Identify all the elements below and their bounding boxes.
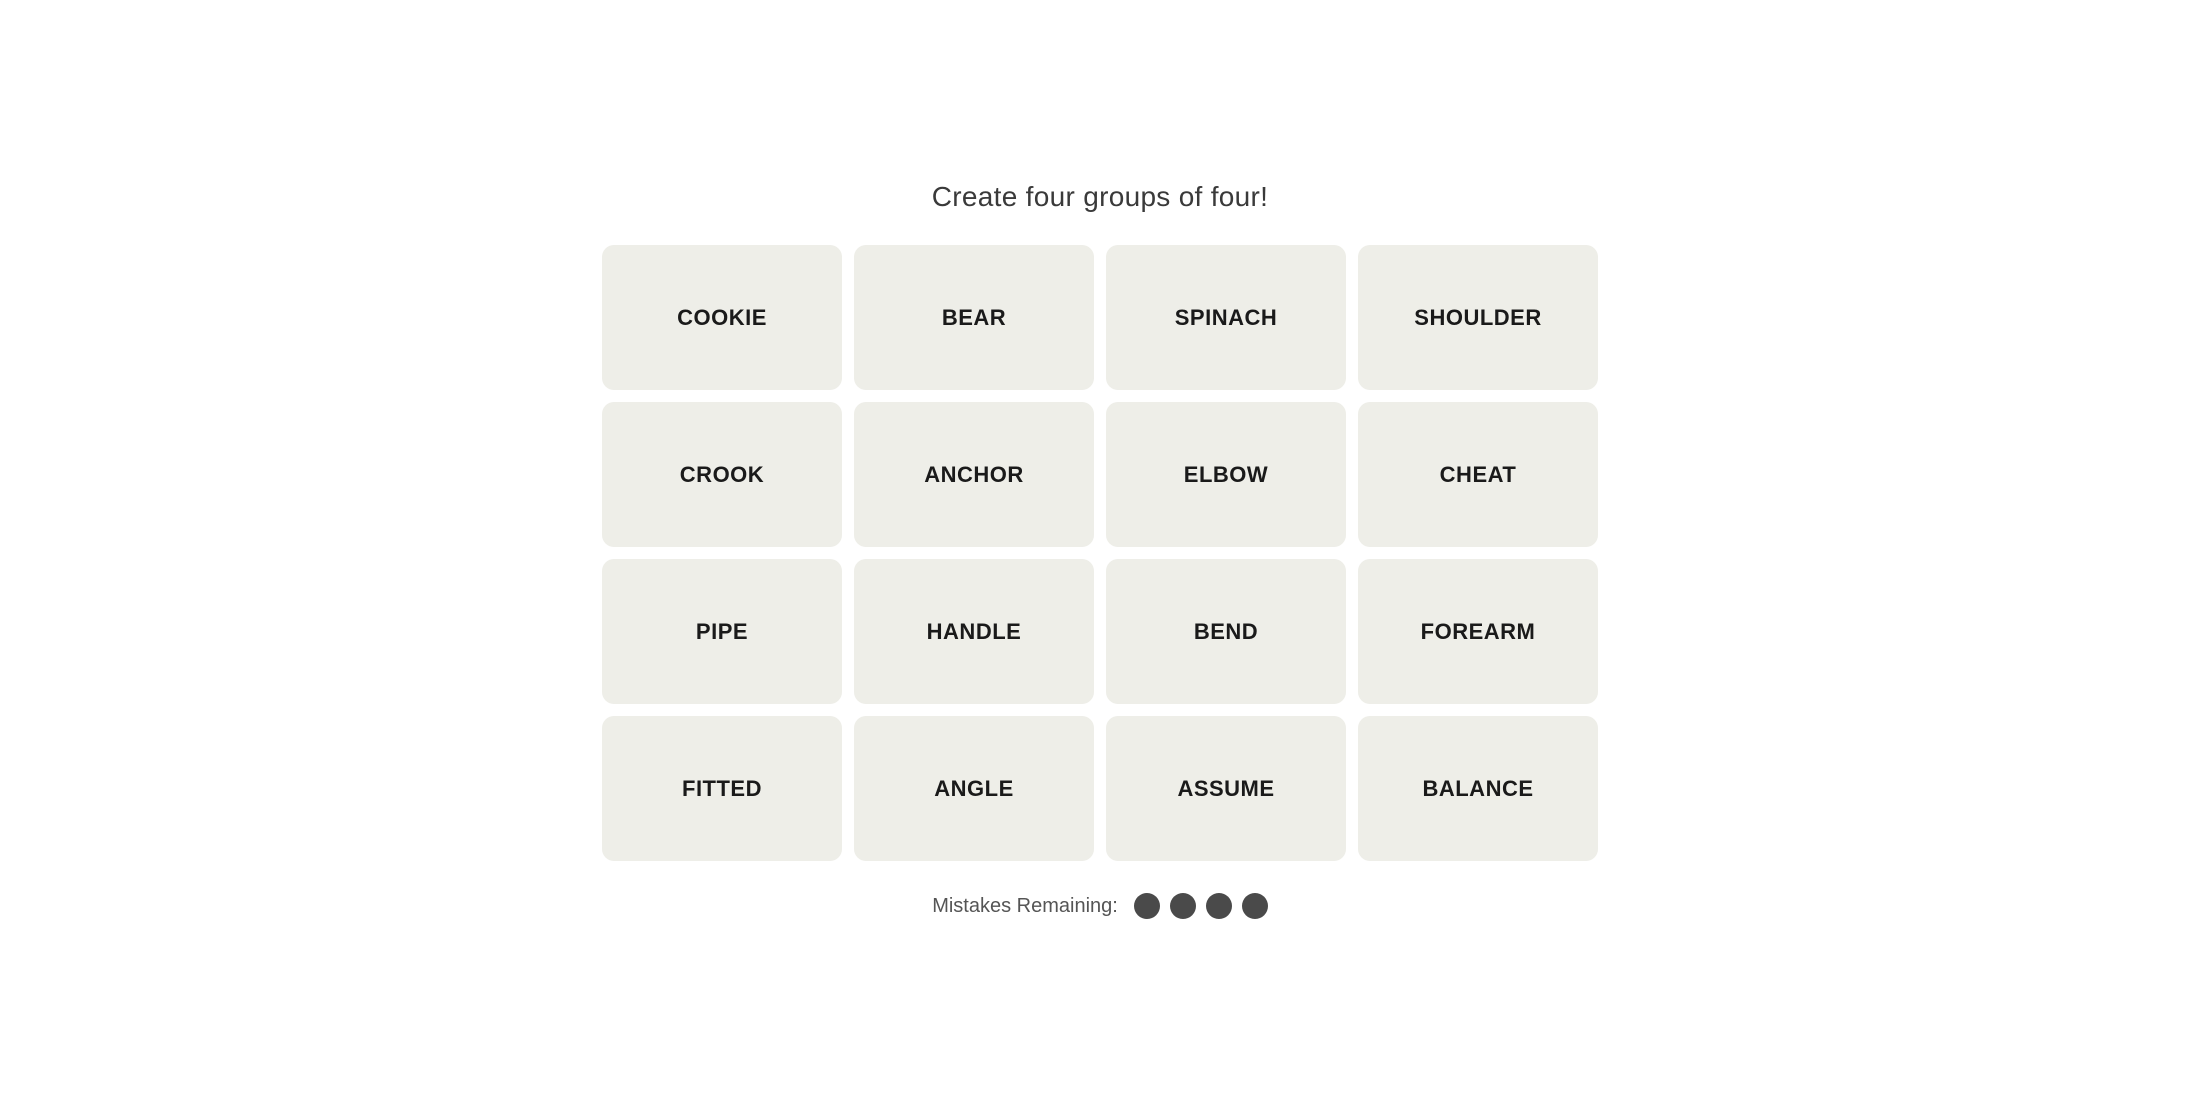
mistake-dot-4 <box>1242 893 1268 919</box>
tile-fitted[interactable]: FITTED <box>602 716 842 861</box>
tile-forearm[interactable]: FOREARM <box>1358 559 1598 704</box>
tile-balance[interactable]: BALANCE <box>1358 716 1598 861</box>
tile-pipe[interactable]: PIPE <box>602 559 842 704</box>
tile-shoulder[interactable]: SHOULDER <box>1358 245 1598 390</box>
tile-label-crook: CROOK <box>680 462 764 488</box>
tile-anchor[interactable]: ANCHOR <box>854 402 1094 547</box>
tile-label-bend: BEND <box>1194 619 1258 645</box>
tile-label-fitted: FITTED <box>682 776 762 802</box>
tile-label-assume: ASSUME <box>1177 776 1274 802</box>
tile-bend[interactable]: BEND <box>1106 559 1346 704</box>
tiles-grid: COOKIE BEAR SPINACH SHOULDER CROOK ANCHOR ELBO… <box>602 245 1598 861</box>
mistakes-area: Mistakes Remaining: <box>932 893 1268 919</box>
tile-handle[interactable]: HANDLE <box>854 559 1094 704</box>
mistake-dot-3 <box>1206 893 1232 919</box>
subtitle: Create four groups of four! <box>932 181 1269 213</box>
mistakes-dots <box>1134 893 1268 919</box>
tile-label-cheat: CHEAT <box>1440 462 1517 488</box>
tile-label-anchor: ANCHOR <box>924 462 1024 488</box>
tile-angle[interactable]: ANGLE <box>854 716 1094 861</box>
tile-label-elbow: ELBOW <box>1184 462 1268 488</box>
tile-label-spinach: SPINACH <box>1175 305 1278 331</box>
page-wrapper: Create four groups of four! COOKIE BEAR SP… <box>0 141 2200 959</box>
tile-label-shoulder: SHOULDER <box>1414 305 1541 331</box>
tile-label-handle: HANDLE <box>927 619 1022 645</box>
tile-label-cookie: COOKIE <box>677 305 767 331</box>
tile-bear[interactable]: BEAR <box>854 245 1094 390</box>
mistake-dot-1 <box>1134 893 1160 919</box>
tile-cheat[interactable]: CHEAT <box>1358 402 1598 547</box>
tile-label-angle: ANGLE <box>934 776 1014 802</box>
tile-cookie[interactable]: COOKIE <box>602 245 842 390</box>
tile-assume[interactable]: ASSUME <box>1106 716 1346 861</box>
mistakes-label: Mistakes Remaining: <box>932 895 1118 918</box>
tile-label-balance: BALANCE <box>1422 776 1533 802</box>
tile-spinach[interactable]: SPINACH <box>1106 245 1346 390</box>
mistake-dot-2 <box>1170 893 1196 919</box>
tile-crook[interactable]: CROOK <box>602 402 842 547</box>
tile-elbow[interactable]: ELBOW <box>1106 402 1346 547</box>
tile-label-pipe: PIPE <box>696 619 748 645</box>
tile-label-bear: BEAR <box>942 305 1006 331</box>
tile-label-forearm: FOREARM <box>1421 619 1536 645</box>
